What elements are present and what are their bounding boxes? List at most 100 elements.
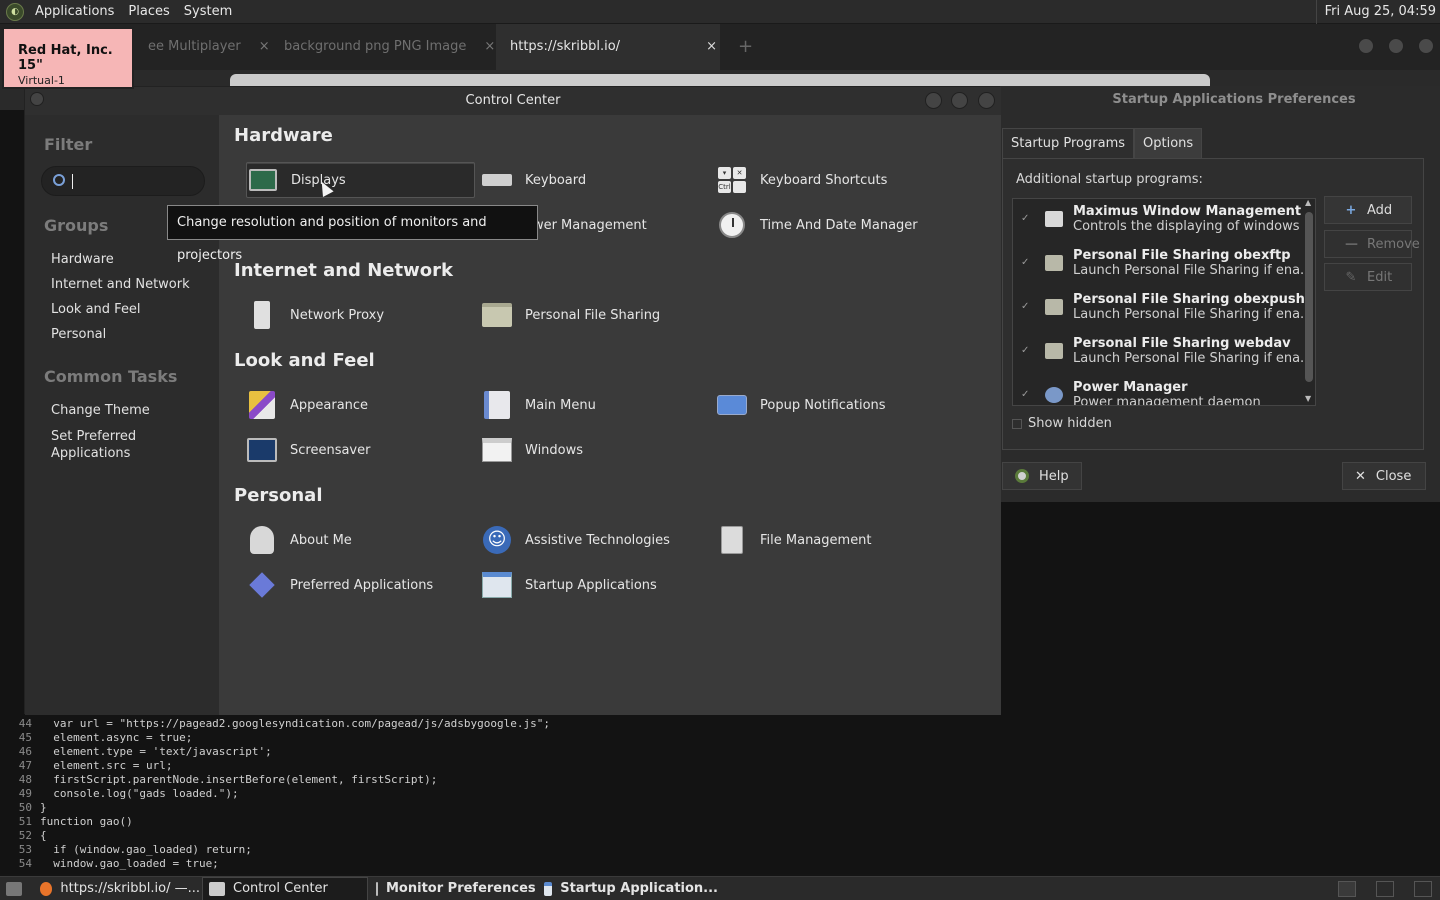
remove-button[interactable]: — Remove: [1324, 230, 1420, 258]
filter-search-input[interactable]: [41, 166, 205, 196]
browser-tab-active[interactable]: https://skribbl.io/ ×: [496, 24, 720, 70]
startup-program-row[interactable]: ✓ Personal File Sharing webdav Launch Pe…: [1013, 331, 1315, 375]
help-button[interactable]: Help: [1002, 462, 1082, 490]
tab-options[interactable]: Options: [1134, 128, 1203, 158]
menu-system[interactable]: System: [177, 0, 239, 24]
line-text: console.log("gads loaded.");: [40, 787, 239, 800]
startup-program-row[interactable]: ✓ Personal File Sharing obexpush Launch …: [1013, 287, 1315, 331]
item-file-management[interactable]: File Management: [716, 522, 872, 558]
maximize-icon[interactable]: [951, 92, 968, 109]
group-internet-network[interactable]: Internet and Network: [51, 277, 190, 292]
startup-programs-list[interactable]: ✓ Maximus Window Management Controls the…: [1012, 198, 1316, 406]
group-personal[interactable]: Personal: [51, 327, 106, 342]
task-browser[interactable]: https://skribbl.io/ —...: [34, 877, 200, 900]
close-icon[interactable]: ×: [484, 39, 495, 54]
checkbox-unchecked[interactable]: [1012, 418, 1022, 429]
item-startup-apps[interactable]: Startup Applications: [481, 567, 657, 603]
checkbox-checked[interactable]: ✓: [1021, 389, 1033, 401]
section-hardware-title: Hardware: [234, 125, 333, 146]
task-change-theme[interactable]: Change Theme: [51, 403, 150, 418]
program-name: Personal File Sharing obexpush: [1073, 292, 1305, 307]
scroll-up-icon[interactable]: ▲: [1305, 198, 1311, 207]
add-label: Add: [1367, 202, 1393, 218]
close-window-icon[interactable]: [978, 92, 995, 109]
code-line: 53 if (window.gao_loaded) return;: [0, 843, 1000, 857]
distro-logo-icon[interactable]: ◐: [6, 2, 24, 21]
minimize-icon[interactable]: [1358, 38, 1374, 54]
code-editor-content[interactable]: 44 var url = "https://pagead2.googlesynd…: [0, 717, 1000, 871]
item-displays[interactable]: Displays: [246, 162, 475, 198]
tooltip: Change resolution and position of monito…: [167, 205, 538, 263]
item-keyboard-shortcuts[interactable]: ▾ ✕ Ctrl Keyboard Shortcuts: [716, 162, 887, 198]
close-button[interactable]: ✕ Close: [1342, 462, 1426, 490]
show-hidden-label: Show hidden: [1028, 416, 1112, 431]
item-keyboard[interactable]: Keyboard: [481, 162, 586, 198]
main-menu-icon: [481, 390, 513, 420]
item-label: Windows: [525, 442, 584, 458]
startup-program-row[interactable]: ✓ Maximus Window Management Controls the…: [1013, 199, 1315, 243]
url-bar[interactable]: [230, 74, 1210, 86]
line-number: 47: [18, 759, 32, 772]
item-preferred-apps[interactable]: Preferred Applications: [246, 567, 433, 603]
window-titlebar[interactable]: Control Center: [25, 87, 1001, 115]
browser-tabstrip: ee Multiplayer × background png PNG Image…: [0, 24, 1440, 70]
show-hidden-checkbox[interactable]: Show hidden: [1012, 416, 1112, 431]
edit-button[interactable]: ✎ Edit: [1324, 263, 1412, 291]
add-button[interactable]: + Add: [1324, 196, 1412, 224]
workspace-2[interactable]: [1376, 881, 1394, 897]
checkbox-checked[interactable]: ✓: [1021, 301, 1033, 313]
item-screensaver[interactable]: Screensaver: [246, 432, 370, 468]
item-label: Assistive Technologies: [525, 532, 670, 548]
keyboard-shortcuts-icon: ▾ ✕ Ctrl: [716, 165, 748, 195]
code-line: 52 {: [0, 829, 1000, 843]
menu-applications[interactable]: Applications: [28, 0, 121, 24]
task-startup-applications[interactable]: Startup Application...: [538, 877, 718, 900]
close-window-icon[interactable]: [1418, 38, 1434, 54]
item-popup-notifications[interactable]: Popup Notifications: [716, 387, 886, 423]
item-assistive-tech[interactable]: ☺ Assistive Technologies: [481, 522, 670, 558]
task-monitor-preferences[interactable]: Monitor Preferences: [370, 877, 536, 900]
checkbox-checked[interactable]: ✓: [1021, 345, 1033, 357]
item-file-sharing[interactable]: Personal File Sharing: [481, 297, 660, 333]
item-label: Network Proxy: [290, 307, 385, 323]
scroll-down-icon[interactable]: ▼: [1305, 394, 1311, 403]
task-label: Startup Application...: [560, 881, 718, 896]
help-label: Help: [1039, 468, 1069, 484]
item-about-me[interactable]: About Me: [246, 522, 352, 558]
folder-share-icon: [481, 300, 513, 330]
startup-program-row[interactable]: ✓ Personal File Sharing obexftp Launch P…: [1013, 243, 1315, 287]
minimize-icon[interactable]: [925, 92, 942, 109]
line-text: function gao(): [40, 815, 133, 828]
item-network-proxy[interactable]: Network Proxy: [246, 297, 384, 333]
list-scrollbar[interactable]: ▲ ▼: [1303, 198, 1315, 406]
maximize-icon[interactable]: [1388, 38, 1404, 54]
group-hardware[interactable]: Hardware: [51, 252, 114, 267]
close-icon[interactable]: ×: [706, 39, 717, 54]
task-control-center[interactable]: Control Center: [202, 877, 368, 900]
menu-places[interactable]: Places: [121, 0, 176, 24]
new-tab-button[interactable]: +: [724, 24, 760, 70]
item-appearance[interactable]: Appearance: [246, 387, 368, 423]
tab-startup-programs[interactable]: Startup Programs: [1002, 128, 1135, 158]
window-menu-icon[interactable]: [30, 92, 44, 106]
common-tasks-heading: Common Tasks: [44, 367, 178, 386]
task-preferred-apps[interactable]: Set Preferred Applications: [51, 428, 171, 462]
panel-clock[interactable]: Fri Aug 25, 04:59: [1315, 0, 1436, 24]
startup-program-row[interactable]: ✓ Power Manager Power management daemon: [1013, 375, 1315, 405]
line-number: 49: [18, 787, 32, 800]
checkbox-checked[interactable]: ✓: [1021, 257, 1033, 269]
item-time-date[interactable]: Time And Date Manager: [716, 207, 918, 243]
show-desktop-button[interactable]: [0, 877, 26, 900]
item-main-menu[interactable]: Main Menu: [481, 387, 596, 423]
group-look-feel[interactable]: Look and Feel: [51, 302, 141, 317]
code-line: 44 var url = "https://pagead2.googlesynd…: [0, 717, 1000, 731]
browser-tab[interactable]: background png PNG Image ×: [270, 24, 496, 70]
item-windows[interactable]: Windows: [481, 432, 583, 468]
checkbox-checked[interactable]: ✓: [1021, 213, 1033, 225]
scrollbar-thumb[interactable]: [1305, 212, 1313, 382]
close-icon[interactable]: ×: [259, 39, 270, 54]
program-desc: Launch Personal File Sharing if ena...: [1073, 351, 1309, 366]
browser-tab[interactable]: ee Multiplayer ×: [134, 24, 270, 70]
workspace-1[interactable]: [1338, 881, 1356, 897]
workspace-3[interactable]: [1414, 881, 1432, 897]
